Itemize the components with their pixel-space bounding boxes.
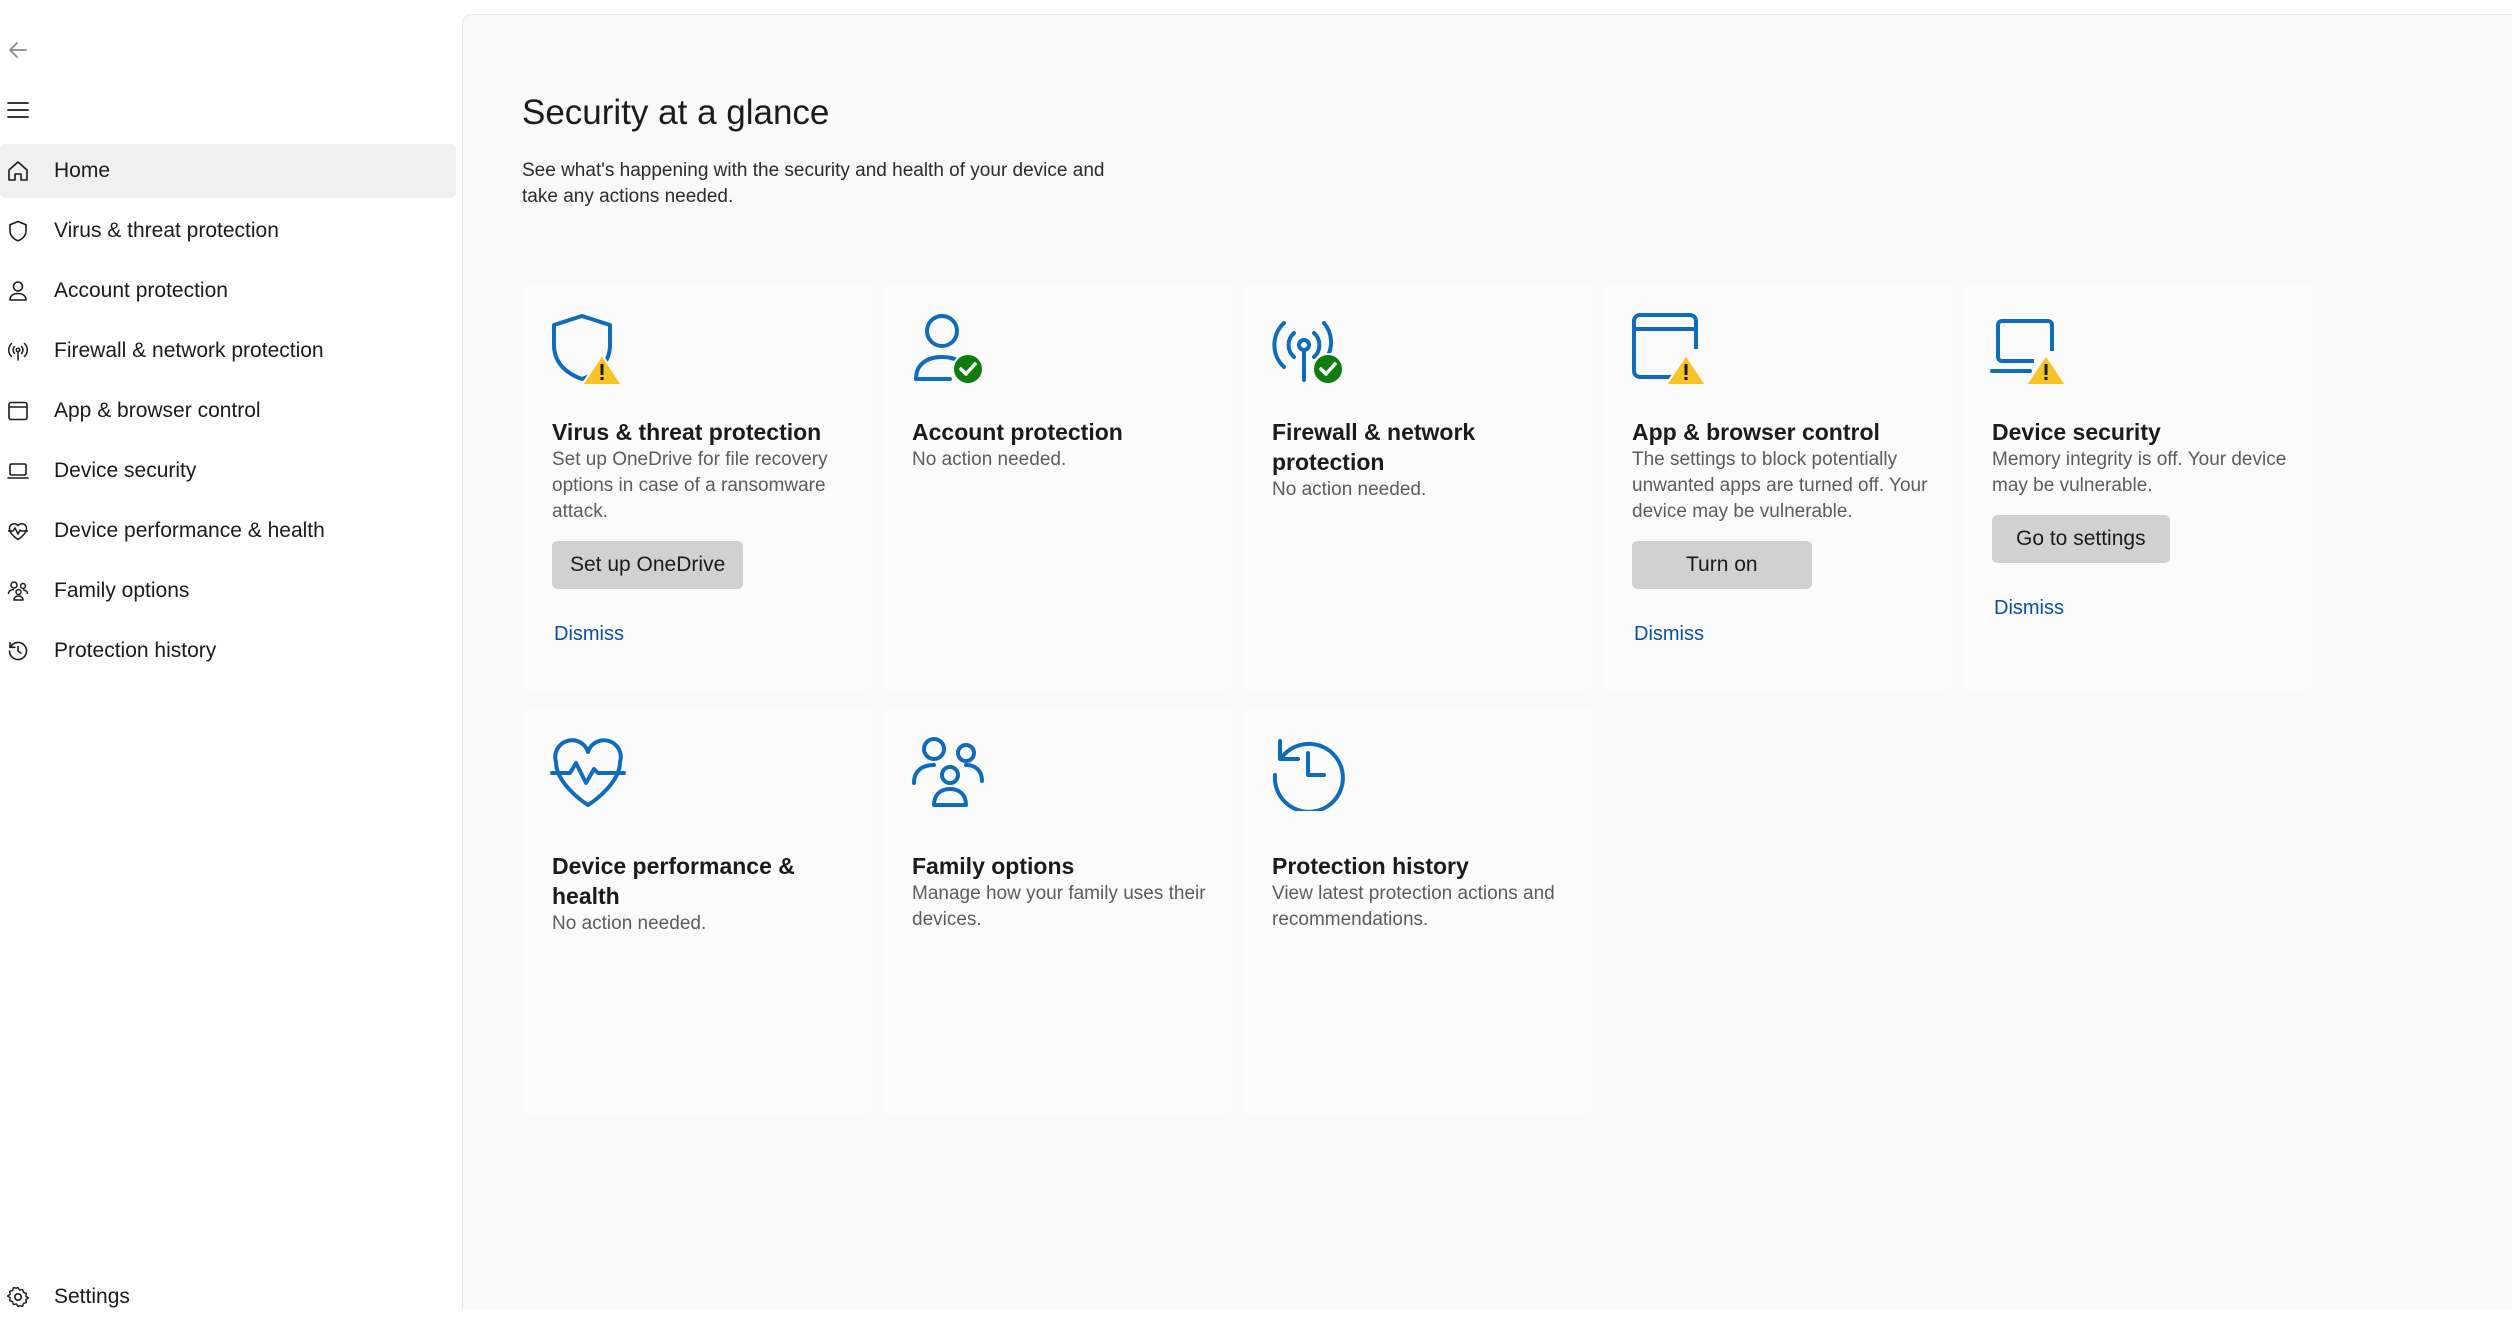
card-title: App & browser control — [1632, 419, 1880, 445]
card-firewall-network-protection[interactable]: Firewall & network protection No action … — [1242, 283, 1592, 691]
card-body: Account protection No action needed. — [912, 417, 1212, 473]
card-title: Protection history — [1272, 853, 1469, 879]
sidebar-item-device-security[interactable]: Device security — [0, 444, 456, 498]
sidebar-item-protection-history[interactable]: Protection history — [0, 624, 456, 678]
sidebar-item-firewall[interactable]: Firewall & network protection — [0, 324, 456, 378]
shield-warning-icon — [550, 311, 626, 387]
history-icon — [1270, 735, 1346, 814]
sidebar-item-settings[interactable]: Settings — [0, 1270, 456, 1324]
card-description: View latest protection actions and recom… — [1272, 883, 1555, 930]
sidebar-item-label: App & browser control — [54, 399, 261, 422]
card-description: No action needed. — [552, 913, 707, 934]
card-description: No action needed. — [912, 449, 1067, 470]
card-family-options[interactable]: Family options Manage how your family us… — [882, 707, 1232, 1115]
sidebar-item-device-performance[interactable]: Device performance & health — [0, 504, 456, 558]
hamburger-menu-icon[interactable] — [4, 96, 32, 124]
card-title: Virus & threat protection — [552, 419, 822, 445]
family-icon — [4, 577, 32, 605]
person-ok-icon — [910, 311, 986, 387]
card-title: Device performance & health — [552, 853, 795, 909]
card-virus-threat-protection[interactable]: Virus & threat protection Set up OneDriv… — [522, 283, 872, 691]
settings-label: Settings — [54, 1285, 130, 1308]
card-account-protection[interactable]: Account protection No action needed. — [882, 283, 1232, 691]
card-body: App & browser control The settings to bl… — [1632, 417, 1932, 646]
sidebar-item-label: Home — [54, 159, 111, 182]
antenna-ok-icon — [1270, 311, 1346, 387]
card-description: Manage how your family uses their device… — [912, 883, 1206, 930]
card-description: No action needed. — [1272, 479, 1427, 500]
laptop-warning-icon — [1990, 311, 2067, 387]
browser-window-icon — [4, 397, 32, 425]
card-protection-history[interactable]: Protection history View latest protectio… — [1242, 707, 1592, 1115]
card-device-security[interactable]: Device security Memory integrity is off.… — [1962, 283, 2312, 691]
card-description: Set up OneDrive for file recovery option… — [552, 449, 828, 522]
sidebar-item-label: Device security — [54, 459, 197, 482]
card-body: Device performance & health No action ne… — [552, 851, 852, 937]
sidebar-item-label: Family options — [54, 579, 190, 602]
card-body: Firewall & network protection No action … — [1272, 417, 1572, 503]
sidebar: Home Virus & threat protection Account p… — [0, 0, 462, 1309]
sidebar-item-home[interactable]: Home — [0, 144, 456, 198]
card-title: Account protection — [912, 419, 1123, 445]
browser-warning-icon — [1630, 311, 1707, 387]
history-icon — [4, 637, 32, 665]
sidebar-item-label: Virus & threat protection — [54, 219, 279, 242]
sidebar-item-label: Account protection — [54, 279, 228, 302]
set-up-onedrive-button[interactable]: Set up OneDrive — [552, 541, 744, 589]
laptop-icon — [4, 457, 32, 485]
sidebar-item-family-options[interactable]: Family options — [0, 564, 456, 618]
card-app-browser-control[interactable]: App & browser control The settings to bl… — [1602, 283, 1952, 691]
dismiss-link[interactable]: Dismiss — [554, 623, 852, 646]
card-body: Device security Memory integrity is off.… — [1992, 417, 2292, 620]
person-icon — [4, 277, 32, 305]
card-device-performance-health[interactable]: Device performance & health No action ne… — [522, 707, 872, 1115]
card-body: Protection history View latest protectio… — [1272, 851, 1572, 933]
card-title: Device security — [1992, 419, 2161, 445]
antenna-icon — [4, 337, 32, 365]
sidebar-item-label: Protection history — [54, 639, 217, 662]
dismiss-link[interactable]: Dismiss — [1634, 623, 1932, 646]
go-to-settings-button[interactable]: Go to settings — [1992, 515, 2170, 563]
heart-pulse-icon — [4, 517, 32, 545]
gear-icon — [4, 1283, 32, 1311]
sidebar-item-app-browser[interactable]: App & browser control — [0, 384, 456, 438]
home-icon — [4, 157, 32, 185]
card-body: Virus & threat protection Set up OneDriv… — [552, 417, 852, 646]
page-title: Security at a glance — [522, 93, 830, 132]
family-icon — [910, 735, 986, 811]
card-description: Memory integrity is off. Your device may… — [1992, 449, 2287, 496]
sidebar-item-label: Firewall & network protection — [54, 339, 324, 362]
sidebar-item-label: Device performance & health — [54, 519, 325, 542]
card-title: Family options — [912, 853, 1075, 879]
main-content: Security at a glance See what's happenin… — [462, 14, 2512, 1309]
card-title: Firewall & network protection — [1272, 419, 1476, 475]
back-arrow-icon[interactable] — [4, 36, 32, 64]
sidebar-item-account-protection[interactable]: Account protection — [0, 264, 456, 318]
turn-on-button[interactable]: Turn on — [1632, 541, 1812, 589]
card-body: Family options Manage how your family us… — [912, 851, 1212, 933]
shield-icon — [4, 217, 32, 245]
page-subtitle: See what's happening with the security a… — [522, 160, 1105, 207]
card-description: The settings to block potentially unwant… — [1632, 449, 1928, 522]
nav-list: Home Virus & threat protection Account p… — [0, 144, 456, 684]
heart-pulse-icon — [550, 735, 626, 811]
sidebar-item-virus-threat[interactable]: Virus & threat protection — [0, 204, 456, 258]
dismiss-link[interactable]: Dismiss — [1994, 597, 2292, 620]
